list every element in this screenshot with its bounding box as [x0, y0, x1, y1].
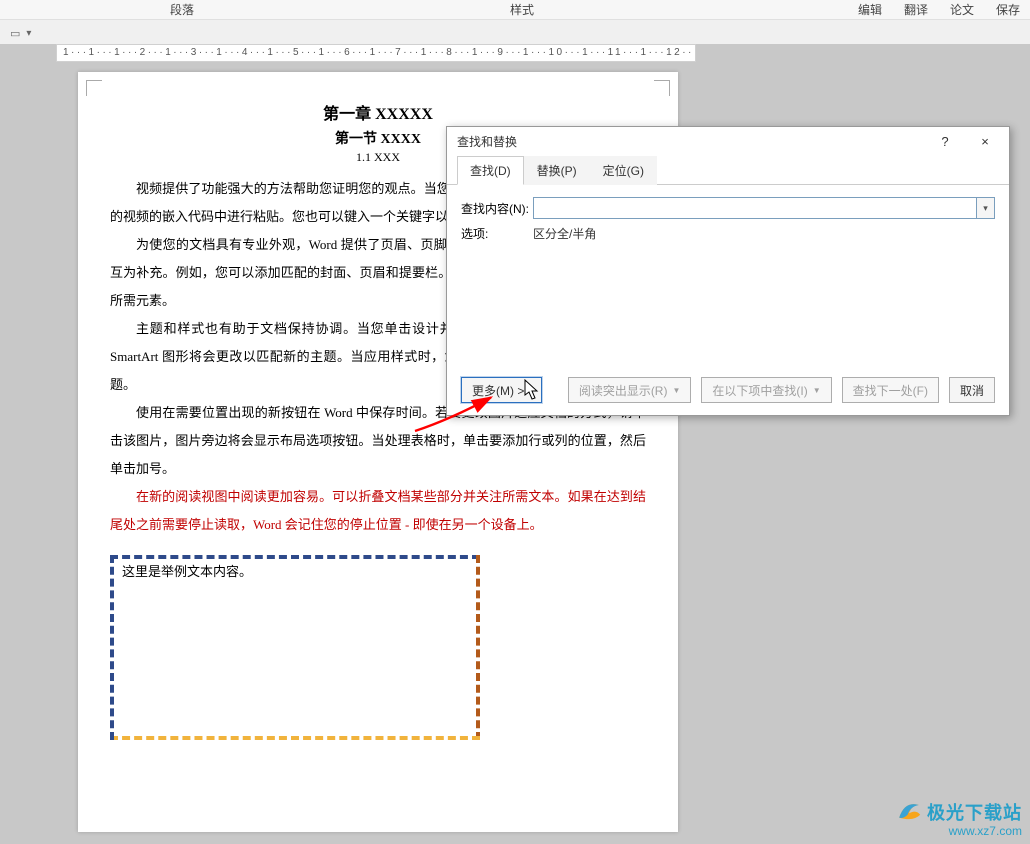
- find-content-input[interactable]: [533, 197, 977, 219]
- dashed-border-bottom: [110, 736, 480, 740]
- close-icon: ×: [981, 134, 989, 149]
- dashed-textbox[interactable]: 这里是举例文本内容。: [110, 555, 480, 740]
- find-replace-dialog: 查找和替换 ? × 查找(D) 替换(P) 定位(G) 查找内容(N): ▾ 选…: [446, 126, 1010, 416]
- ruler-scale: 1···1···1···2···1···3···1···4···1···5···…: [57, 45, 695, 61]
- body-paragraph-5-red[interactable]: 在新的阅读视图中阅读更加容易。可以折叠文档某些部分并关注所需文本。如果在达到结尾…: [110, 483, 646, 539]
- mini-toolbar: ▭ ▾: [10, 24, 31, 42]
- ribbon-group-edit: 编辑: [858, 1, 882, 18]
- ribbon-group-translate: 翻译: [904, 1, 928, 18]
- dashed-border-top: [110, 555, 480, 559]
- options-label: 选项:: [461, 225, 533, 242]
- dashed-box-text[interactable]: 这里是举例文本内容。: [122, 564, 252, 579]
- dialog-tabstrip: 查找(D) 替换(P) 定位(G): [447, 155, 1009, 185]
- chevron-down-icon[interactable]: ▾: [26, 28, 31, 39]
- tab-find[interactable]: 查找(D): [457, 156, 524, 185]
- horizontal-ruler[interactable]: 1···1···1···2···1···3···1···4···1···5···…: [56, 44, 696, 62]
- close-button[interactable]: ×: [965, 128, 1005, 154]
- tab-replace[interactable]: 替换(P): [524, 156, 590, 185]
- reading-highlight-button[interactable]: 阅读突出显示(R)▼: [568, 377, 692, 403]
- heading-chapter[interactable]: 第一章 XXXXX: [110, 100, 646, 124]
- dialog-window-controls: ? ×: [925, 128, 1005, 154]
- find-content-row: 查找内容(N): ▾: [461, 197, 995, 219]
- dialog-body: 查找内容(N): ▾ 选项: 区分全/半角: [447, 185, 1009, 254]
- watermark-name: 极光下载站: [927, 799, 1022, 825]
- dropdown-icon: ▼: [813, 386, 821, 395]
- find-in-button[interactable]: 在以下项中查找(I)▼: [701, 377, 831, 403]
- ribbon-bar: 段落 样式 编辑 翻译 论文 保存: [0, 0, 1030, 20]
- help-button[interactable]: ?: [925, 128, 965, 154]
- ribbon-group-paragraph: 段落: [170, 1, 194, 18]
- page-corner-tr: [654, 80, 670, 96]
- dashed-border-right: [476, 555, 480, 740]
- watermark-logo-icon: [895, 798, 923, 826]
- dropdown-icon: ▼: [672, 386, 680, 395]
- help-icon: ?: [941, 134, 948, 149]
- ribbon-group-thesis: 论文: [950, 1, 974, 18]
- more-button[interactable]: 更多(M) >>: [461, 377, 542, 403]
- page-corner-tl: [86, 80, 102, 96]
- dialog-footer: 更多(M) >> 阅读突出显示(R)▼ 在以下项中查找(I)▼ 查找下一处(F)…: [461, 377, 995, 403]
- options-row: 选项: 区分全/半角: [461, 225, 995, 242]
- find-content-label: 查找内容(N):: [461, 200, 533, 217]
- dialog-title: 查找和替换: [457, 133, 517, 150]
- watermark: 极光下载站 www.xz7.com: [895, 798, 1022, 838]
- dashed-border-left: [110, 555, 114, 740]
- ribbon-group-save: 保存: [996, 1, 1020, 18]
- cancel-button[interactable]: 取消: [949, 377, 995, 403]
- tab-goto[interactable]: 定位(G): [590, 156, 657, 185]
- ribbon-group-styles: 样式: [510, 1, 534, 18]
- find-next-button[interactable]: 查找下一处(F): [842, 377, 939, 403]
- ribbon-right-groups: 编辑 翻译 论文 保存: [858, 1, 1030, 18]
- watermark-url: www.xz7.com: [895, 824, 1022, 838]
- find-history-dropdown[interactable]: ▾: [977, 197, 995, 219]
- dialog-titlebar[interactable]: 查找和替换 ? ×: [447, 127, 1009, 155]
- options-value: 区分全/半角: [533, 225, 596, 242]
- chevron-down-icon: ▾: [983, 203, 988, 214]
- outline-toggle-icon[interactable]: ▭: [10, 27, 20, 40]
